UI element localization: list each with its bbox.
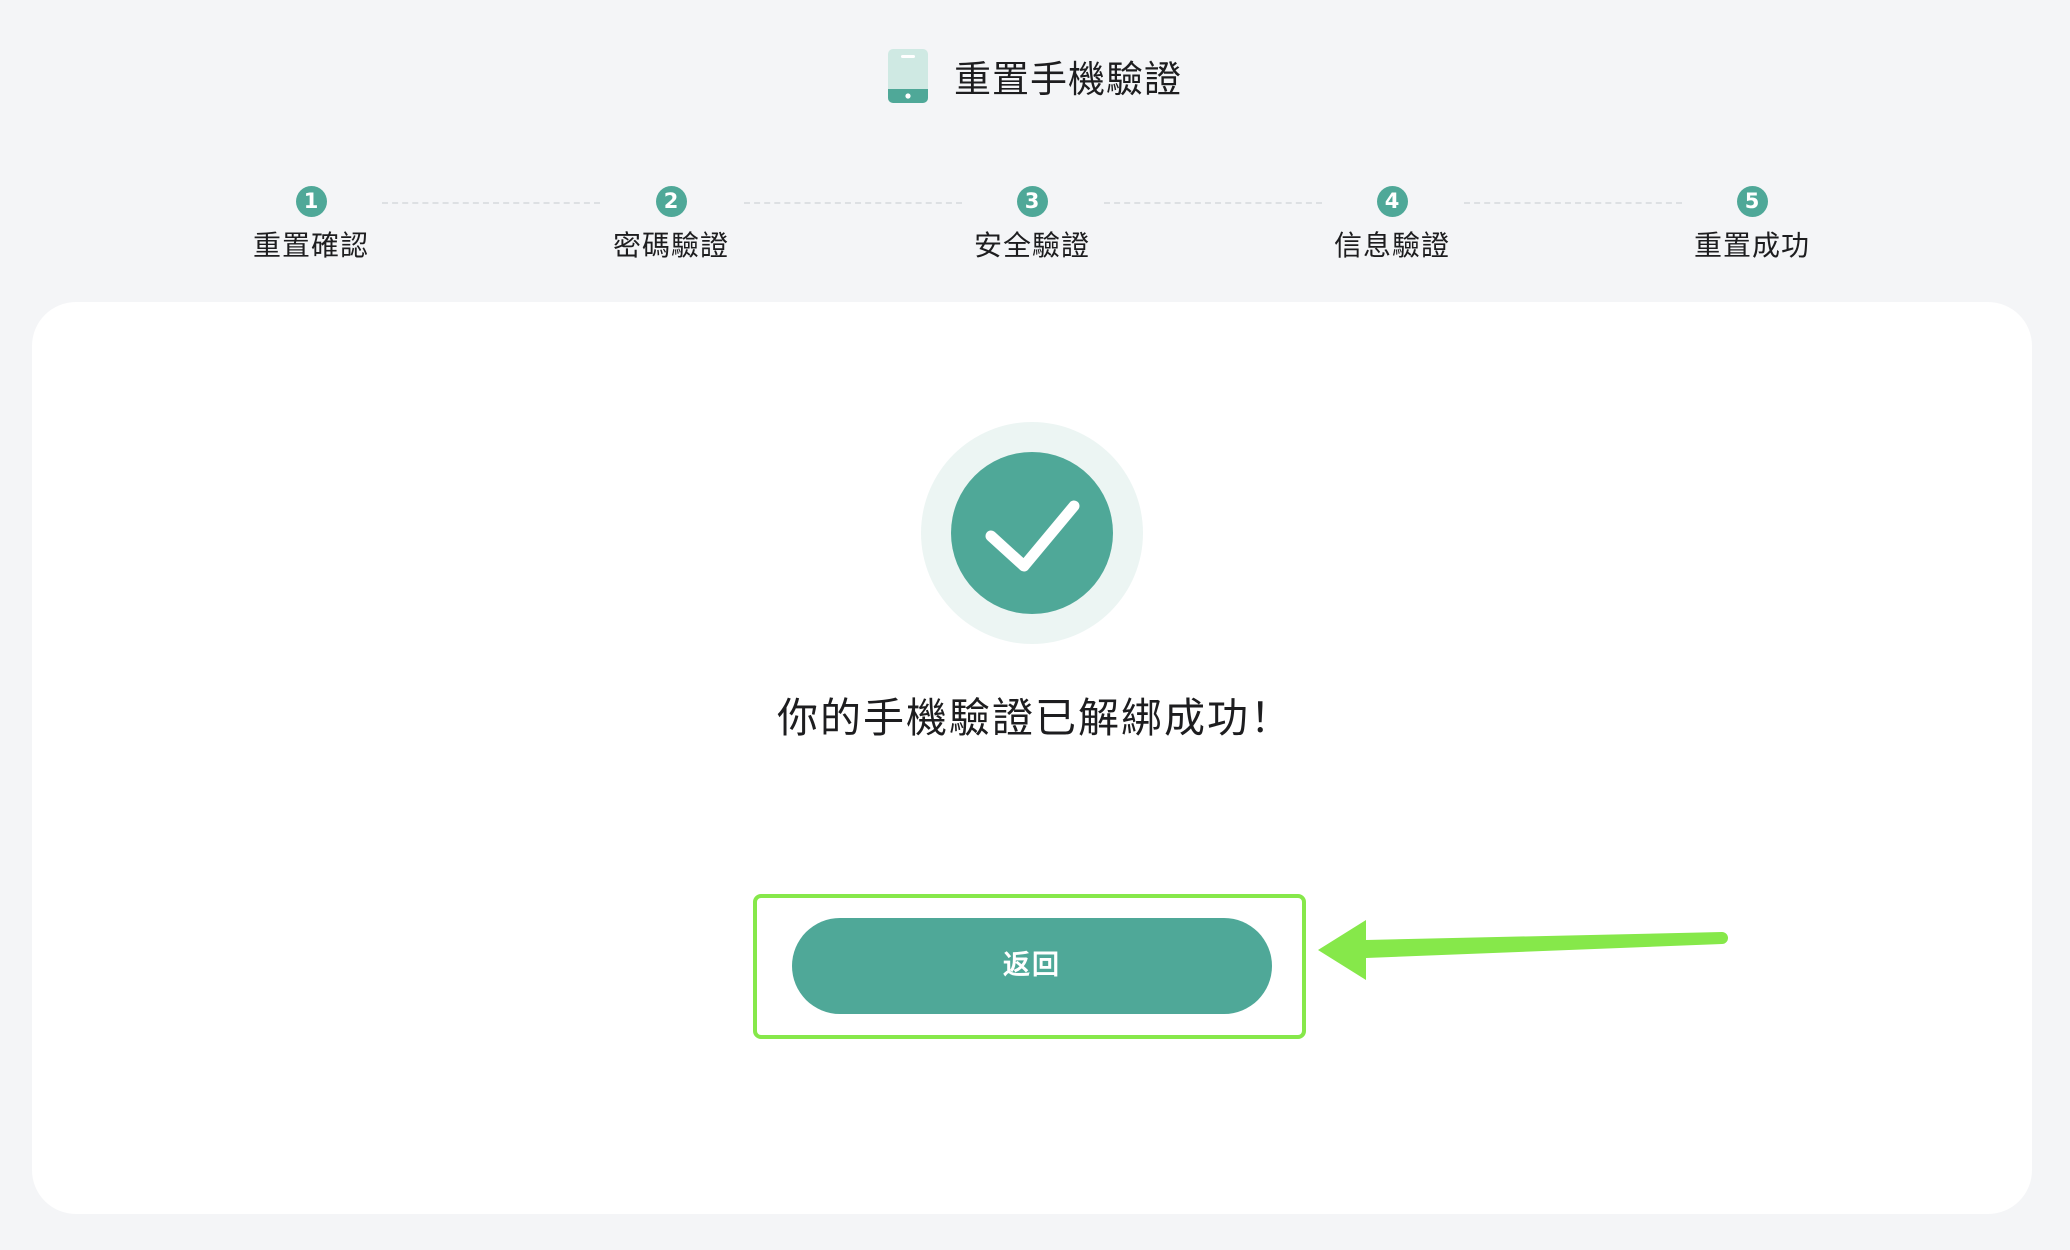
step-number: 4 [1376, 186, 1408, 217]
success-badge [921, 422, 1143, 644]
step-number: 5 [1736, 186, 1768, 217]
step-label: 安全驗證 [973, 229, 1090, 262]
step-connector [382, 202, 600, 204]
step-reset-confirm: 1 重置確認 [211, 186, 411, 264]
pointer-arrow-icon [1318, 920, 1728, 980]
step-number: 1 [295, 186, 327, 217]
phone-icon [888, 49, 928, 103]
step-connector [1464, 202, 1682, 204]
step-password-verify: 2 密碼驗證 [571, 186, 771, 264]
step-connector [744, 202, 962, 204]
page-header: 重置手機驗證 [0, 48, 2070, 104]
back-button[interactable]: 返回 [792, 918, 1272, 1014]
checkmark-icon [985, 500, 1080, 572]
success-message: 你的手機驗證已解綁成功！ [777, 694, 1293, 742]
step-security-verify: 3 安全驗證 [932, 186, 1132, 264]
check-circle-icon [951, 452, 1113, 614]
step-label: 重置成功 [1693, 229, 1810, 262]
step-info-verify: 4 信息驗證 [1292, 186, 1492, 264]
step-number: 2 [655, 186, 687, 217]
page-title: 重置手機驗證 [954, 58, 1182, 101]
step-connector [1104, 202, 1322, 204]
step-label: 密碼驗證 [612, 229, 729, 262]
progress-stepper: 1 重置確認 2 密碼驗證 3 安全驗證 4 信息驗證 5 重置成功 [0, 186, 2070, 266]
step-label: 信息驗證 [1333, 229, 1450, 262]
step-number: 3 [1016, 186, 1048, 217]
step-label: 重置確認 [252, 229, 369, 262]
step-reset-success: 5 重置成功 [1652, 186, 1852, 264]
